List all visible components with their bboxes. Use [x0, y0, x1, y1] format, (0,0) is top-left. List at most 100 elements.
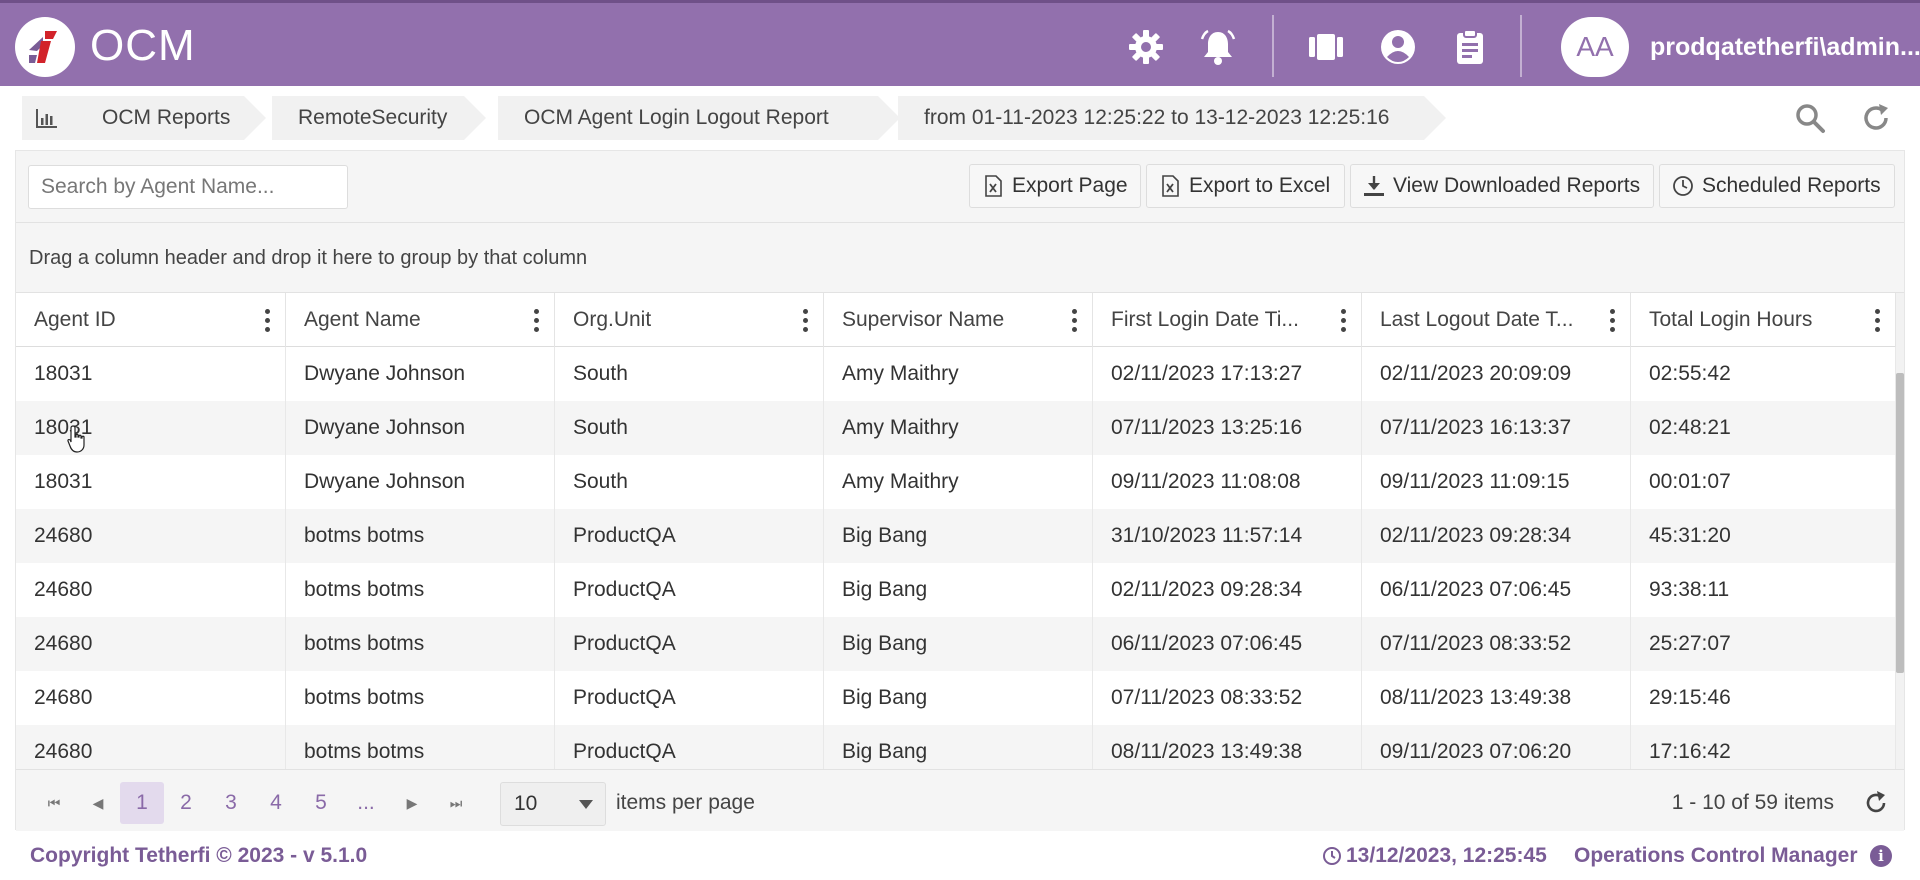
- breadcrumb-item-date-range: from 01-11-2023 12:25:22 to 13-12-2023 1…: [898, 96, 1446, 140]
- chevron-down-icon: [579, 800, 593, 809]
- column-header-first-login[interactable]: First Login Date Ti...: [1093, 293, 1362, 347]
- column-menu-icon[interactable]: [1608, 307, 1616, 333]
- breadcrumb-item-report[interactable]: OCM Agent Login Logout Report: [498, 96, 900, 140]
- export-excel-button[interactable]: Export to Excel: [1146, 164, 1345, 208]
- breadcrumb-label: from 01-11-2023 12:25:22 to 13-12-2023 1…: [924, 106, 1390, 129]
- table-row[interactable]: 18031 Dwyane Johnson South Amy Maithry 07/11…: [16, 401, 1896, 455]
- info-icon[interactable]: i: [1870, 845, 1892, 867]
- table-row[interactable]: 24680 botms botms ProductQA Big Bang 07/11/2…: [16, 671, 1896, 725]
- cell-agent-id: 18031: [16, 347, 286, 401]
- clock-icon: [1673, 176, 1693, 196]
- clipboard-icon[interactable]: [1450, 27, 1490, 67]
- cell-org-unit: ProductQA: [555, 509, 824, 563]
- ocm-logo-icon[interactable]: [15, 17, 75, 77]
- clock-icon: [1323, 847, 1341, 865]
- group-drop-zone[interactable]: Drag a column header and drop it here to…: [16, 223, 1904, 293]
- nav-divider: [1272, 15, 1274, 77]
- view-downloaded-reports-button[interactable]: View Downloaded Reports: [1350, 164, 1654, 208]
- table-row[interactable]: 24680 botms botms ProductQA Big Bang 31/10/2…: [16, 509, 1896, 563]
- report-grid: Export Page Export to Excel View Downloa…: [15, 150, 1905, 831]
- table-row[interactable]: 18031 Dwyane Johnson South Amy Maithry 02/11…: [16, 347, 1896, 401]
- username[interactable]: prodqatetherfi\admin...: [1650, 33, 1920, 62]
- cell-agent-name: botms botms: [286, 725, 555, 769]
- cell-agent-id: 24680: [16, 509, 286, 563]
- column-header-label: Last Logout Date T...: [1380, 308, 1574, 331]
- column-header-label: Agent Name: [304, 308, 421, 331]
- cell-first-login: 06/11/2023 07:06:45: [1093, 617, 1362, 671]
- scrollbar-thumb[interactable]: [1896, 373, 1904, 673]
- export-excel-label: Export to Excel: [1189, 174, 1331, 197]
- breadcrumb-item-remotesecurity[interactable]: RemoteSecurity: [272, 96, 486, 140]
- cell-agent-name: Dwyane Johnson: [286, 347, 555, 401]
- cell-total-login-hours: 29:15:46: [1631, 671, 1896, 725]
- user-circle-icon[interactable]: [1378, 27, 1418, 67]
- more-pages-button[interactable]: ...: [348, 782, 384, 824]
- cell-org-unit: ProductQA: [555, 725, 824, 769]
- page-4-button[interactable]: 4: [258, 782, 294, 824]
- cell-supervisor-name: Big Bang: [824, 617, 1093, 671]
- column-header-agent-name[interactable]: Agent Name: [286, 293, 555, 347]
- bell-icon[interactable]: [1198, 27, 1238, 67]
- column-menu-icon[interactable]: [1070, 307, 1078, 333]
- column-header-org-unit[interactable]: Org.Unit: [555, 293, 824, 347]
- reload-icon[interactable]: [1858, 100, 1894, 136]
- next-page-icon[interactable]: ▶: [394, 782, 430, 824]
- cell-agent-name: botms botms: [286, 671, 555, 725]
- copyright: Copyright Tetherfi © 2023 - v 5.1.0: [30, 844, 368, 867]
- cell-supervisor-name: Amy Maithry: [824, 401, 1093, 455]
- gear-icon[interactable]: [1126, 27, 1166, 67]
- vertical-scrollbar[interactable]: [1896, 293, 1904, 769]
- page-size-select[interactable]: 10: [500, 782, 606, 826]
- table-body: 18031 Dwyane Johnson South Amy Maithry 02/11…: [16, 347, 1904, 769]
- column-menu-icon[interactable]: [1339, 307, 1347, 333]
- cell-total-login-hours: 25:27:07: [1631, 617, 1896, 671]
- prev-page-icon[interactable]: ◀: [80, 782, 116, 824]
- column-header-label: Supervisor Name: [842, 308, 1005, 331]
- search-icon[interactable]: [1792, 100, 1828, 136]
- page-5-button[interactable]: 5: [303, 782, 339, 824]
- page-1-button[interactable]: 1: [120, 782, 164, 824]
- cell-total-login-hours: 17:16:42: [1631, 725, 1896, 769]
- column-header-last-logout[interactable]: Last Logout Date T...: [1362, 293, 1631, 347]
- cell-agent-name: Dwyane Johnson: [286, 401, 555, 455]
- page-2-button[interactable]: 2: [168, 782, 204, 824]
- breadcrumb-item-ocm-reports[interactable]: OCM Reports: [22, 96, 266, 140]
- scheduled-reports-button[interactable]: Scheduled Reports: [1659, 164, 1895, 208]
- refresh-icon[interactable]: [1862, 789, 1890, 817]
- cell-last-logout: 02/11/2023 20:09:09: [1362, 347, 1631, 401]
- column-menu-icon[interactable]: [532, 307, 540, 333]
- column-header-agent-id[interactable]: Agent ID: [16, 293, 286, 347]
- cell-org-unit: South: [555, 455, 824, 509]
- page-3-button[interactable]: 3: [213, 782, 249, 824]
- column-header-total-login-hours[interactable]: Total Login Hours: [1631, 293, 1896, 347]
- table-row[interactable]: 24680 botms botms ProductQA Big Bang 08/11/2…: [16, 725, 1896, 769]
- items-count: 1 - 10 of 59 items: [1671, 791, 1834, 814]
- cell-org-unit: ProductQA: [555, 563, 824, 617]
- export-page-button[interactable]: Export Page: [969, 164, 1141, 208]
- view-downloaded-label: View Downloaded Reports: [1393, 174, 1641, 197]
- table-row[interactable]: 24680 botms botms ProductQA Big Bang 02/11/2…: [16, 563, 1896, 617]
- search-input[interactable]: [28, 165, 348, 209]
- column-menu-icon[interactable]: [801, 307, 809, 333]
- cell-agent-name: Dwyane Johnson: [286, 455, 555, 509]
- cell-supervisor-name: Amy Maithry: [824, 347, 1093, 401]
- footer-timestamp: 13/12/2023, 12:25:45: [1346, 844, 1547, 867]
- cell-agent-id: 18031: [16, 401, 286, 455]
- column-menu-icon[interactable]: [1873, 307, 1881, 333]
- table-row[interactable]: 24680 botms botms ProductQA Big Bang 06/11/2…: [16, 617, 1896, 671]
- column-menu-icon[interactable]: [263, 307, 271, 333]
- table-row[interactable]: 18031 Dwyane Johnson South Amy Maithry 09/11…: [16, 455, 1896, 509]
- bar-chart-icon: [36, 109, 57, 128]
- first-page-icon[interactable]: ⏮: [36, 782, 72, 824]
- file-excel-icon: [1162, 175, 1179, 197]
- cell-agent-name: botms botms: [286, 617, 555, 671]
- column-header-supervisor-name[interactable]: Supervisor Name: [824, 293, 1093, 347]
- cell-total-login-hours: 93:38:11: [1631, 563, 1896, 617]
- cell-last-logout: 06/11/2023 07:06:45: [1362, 563, 1631, 617]
- cards-icon[interactable]: [1306, 27, 1346, 67]
- page-size-value: 10: [514, 792, 538, 815]
- cell-supervisor-name: Amy Maithry: [824, 455, 1093, 509]
- last-page-icon[interactable]: ⏭: [438, 782, 474, 824]
- cell-org-unit: ProductQA: [555, 671, 824, 725]
- avatar[interactable]: AA: [1561, 17, 1629, 77]
